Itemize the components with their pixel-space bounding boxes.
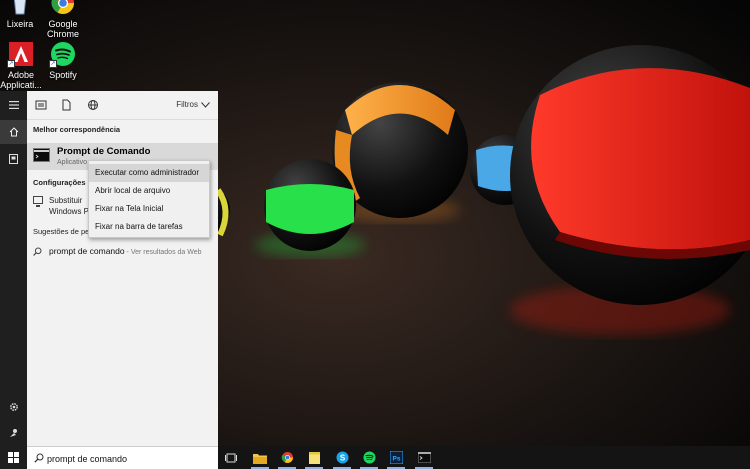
filter-bar: Filtros	[27, 91, 218, 120]
taskbar-spotify[interactable]	[356, 446, 382, 469]
suggestion-query: prompt de comando	[49, 246, 125, 256]
taskbar: S Ps	[218, 446, 750, 469]
home-button[interactable]	[0, 120, 27, 144]
start-button[interactable]	[0, 445, 27, 469]
taskbar-photoshop[interactable]: Ps	[383, 446, 409, 469]
search-icon	[34, 453, 44, 463]
recycle-bin-icon	[7, 0, 33, 16]
web-suggestion[interactable]: prompt de comando - Ver resultados da We…	[33, 246, 215, 258]
spotify-icon	[363, 451, 375, 464]
suggestions-heading: Sugestões de pe	[33, 227, 90, 236]
task-view-button[interactable]	[218, 446, 244, 469]
chrome-icon	[50, 0, 76, 16]
feedback-button[interactable]	[0, 421, 27, 445]
sticky-notes-icon	[308, 451, 320, 464]
hamburger-menu-button[interactable]	[0, 93, 27, 117]
command-prompt-icon	[417, 452, 431, 463]
suggestion-web-hint: - Ver resultados da Web	[124, 249, 202, 256]
settings-button[interactable]	[0, 395, 27, 419]
menu-item-pin-to-start[interactable]: Fixar na Tela Inicial	[89, 200, 209, 218]
desktop-icon-label: Spotify	[49, 70, 77, 80]
home-icon	[9, 127, 18, 137]
documents-filter-icon[interactable]	[60, 99, 72, 111]
taskbar-sticky-notes[interactable]	[301, 446, 327, 469]
spotify-icon: ↗	[49, 41, 76, 68]
taskbar-file-explorer[interactable]	[247, 446, 273, 469]
taskbar-command-prompt[interactable]	[411, 446, 437, 469]
search-results-panel: Filtros Melhor correspondência Prompt de…	[27, 91, 218, 446]
file-explorer-icon	[253, 453, 267, 464]
settings-result-line2: Windows P	[49, 207, 90, 216]
photoshop-icon: Ps	[389, 451, 403, 464]
settings-result-line1: Substituir	[49, 196, 83, 205]
filters-dropdown[interactable]: Filtros	[176, 100, 210, 109]
menu-item-run-as-admin[interactable]: Executar como administrador	[89, 164, 209, 182]
context-menu: Executar como administrador Abrir local …	[88, 160, 210, 238]
skype-icon: S	[336, 451, 348, 464]
settings-icon	[9, 403, 18, 411]
settings-heading: Configurações	[33, 178, 86, 187]
start-rail	[0, 91, 27, 469]
best-match-heading: Melhor correspondência	[33, 125, 121, 134]
search-input[interactable]	[47, 450, 212, 467]
svg-text:S: S	[339, 454, 345, 463]
windows-start-icon	[8, 451, 19, 463]
best-match-subtitle: Aplicativo	[57, 159, 87, 166]
desktop-icon-spotify[interactable]: ↗ Spotify	[35, 41, 91, 80]
menu-item-open-file-location[interactable]: Abrir local de arquivo	[89, 182, 209, 200]
desktop-icon-chrome[interactable]: Google Chrome	[35, 0, 91, 39]
feedback-icon	[9, 429, 17, 437]
desktop-icon-label: Lixeira	[6, 19, 34, 29]
notebook-button[interactable]	[0, 147, 27, 171]
chevron-down-icon	[201, 101, 210, 108]
taskbar-skype[interactable]: S	[329, 446, 355, 469]
notebook-icon	[9, 154, 18, 164]
desktop-icon-label: Google Chrome	[46, 19, 79, 39]
hamburger-menu-icon	[8, 101, 19, 109]
apps-filter-icon[interactable]	[35, 99, 47, 111]
svg-text:Ps: Ps	[392, 455, 400, 462]
adobe-icon: ↗	[7, 41, 34, 68]
task-view-icon	[225, 453, 237, 462]
chrome-icon	[281, 452, 293, 463]
web-filter-icon[interactable]	[87, 99, 99, 111]
search-icon	[33, 247, 42, 256]
shortcut-arrow-icon: ↗	[7, 60, 15, 68]
taskbar-chrome[interactable]	[274, 446, 300, 469]
monitor-icon	[33, 196, 43, 207]
filters-label: Filtros	[176, 100, 198, 109]
shortcut-arrow-icon: ↗	[49, 60, 57, 68]
taskbar-search-box	[27, 446, 218, 469]
best-match-title: Prompt de Comando	[57, 146, 151, 157]
command-prompt-icon	[33, 148, 50, 162]
menu-item-pin-to-taskbar[interactable]: Fixar na barra de tarefas	[89, 218, 209, 236]
